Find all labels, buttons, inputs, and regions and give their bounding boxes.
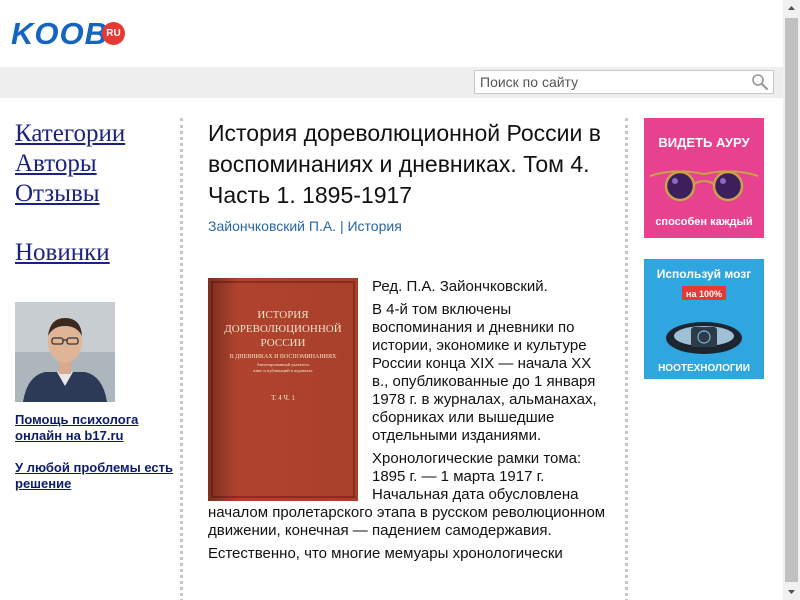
cover-line: РОССИИ [261,337,306,349]
ad-aura-bottom: способен каждый [655,216,752,228]
author-link[interactable]: Зайончковский П.А. [208,218,336,234]
promo-link-solution[interactable]: У любой проблемы есть решение [15,460,175,492]
search-box [474,70,774,94]
arrow-down-icon [788,590,795,594]
cover-small-line: книг и публикаций в журналах [253,368,313,373]
book-title: История дореволюционной России в воспоми… [208,120,601,208]
divider-left [180,118,183,600]
search-bar [0,67,783,98]
headband-icon [666,322,742,354]
ad-aura-top: ВИДЕТЬ АУРУ [658,135,750,150]
cover-line: ДОРЕВОЛЮЦИОННОЙ [224,323,341,335]
cover-line: ИСТОРИЯ [257,309,309,321]
nav-link-authors[interactable]: Авторы [15,149,175,179]
ad-brain[interactable]: Используй мозг на 100% НООТЕХНОЛОГИИ [644,259,764,379]
ad-brain-badge: на 100% [686,289,722,299]
scroll-down-button[interactable] [783,583,800,600]
nav-link-new[interactable]: Новинки [15,238,175,268]
page-scrollbar[interactable] [783,0,800,600]
search-icon[interactable] [751,73,769,91]
scroll-up-button[interactable] [783,0,800,17]
ad-aura[interactable]: ВИДЕТЬ АУРУ способен каждый [644,118,764,238]
cover-small-line: Аннотированный указатель [257,362,310,367]
book-meta: Зайончковский П.А. | История [208,217,606,235]
promo-link-psychologist[interactable]: Помощь психолога онлайн на b17.ru [15,412,175,444]
meta-separator: | [339,218,344,234]
logo-text: KOOB [11,16,108,51]
left-nav: Категории Авторы Отзывы Новинки [15,119,175,268]
promo-photo[interactable] [15,302,115,402]
cover-volume: Т. 4 Ч. 1 [271,394,295,402]
book-cover[interactable]: ИСТОРИЯ ДОРЕВОЛЮЦИОННОЙ РОССИИ В ДНЕВНИК… [208,278,358,501]
ad-brain-top: Используй мозг [657,267,751,281]
ad-brain-bottom: НООТЕХНОЛОГИИ [658,363,750,374]
nav-link-categories[interactable]: Категории [15,119,175,149]
scroll-thumb[interactable] [785,18,798,582]
book-content: История дореволюционной России в воспоми… [208,118,606,562]
search-input[interactable] [475,71,745,93]
cover-line: В ДНЕВНИКАХ И ВОСПОМИНАНИЯХ [230,354,337,360]
category-link[interactable]: История [347,218,401,234]
page: KOOB RU Категории Авторы Отзывы Новинки [0,0,783,600]
description-paragraph: Естественно, что многие мемуары хронолог… [208,545,563,562]
nav-gap [15,209,175,238]
nav-link-reviews[interactable]: Отзывы [15,179,175,209]
divider-right [625,118,628,600]
arrow-up-icon [788,6,795,10]
logo-badge: RU [102,22,125,45]
